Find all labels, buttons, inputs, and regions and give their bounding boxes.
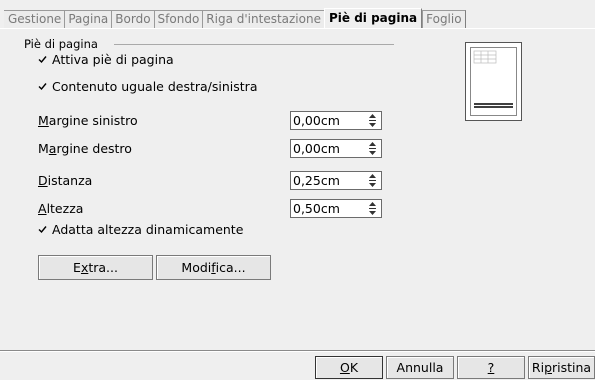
spin-arrows-icon[interactable] <box>368 141 377 156</box>
extra-button[interactable]: Ex tra... <box>38 255 153 280</box>
enable-footer-label: Attiva piè di pagina <box>52 52 174 67</box>
edit-button[interactable]: Modi f ica... <box>156 255 271 280</box>
spin-arrows-icon[interactable] <box>368 173 377 188</box>
autofit-height-checkbox[interactable]: Adatta altezza dinamicamente <box>38 222 243 237</box>
checkmark-icon <box>38 55 47 64</box>
page-preview-icon <box>465 42 522 121</box>
spacing-label: Distanza <box>38 173 93 188</box>
spin-arrows-icon[interactable] <box>368 201 377 216</box>
height-spinner[interactable] <box>290 199 382 218</box>
enable-footer-checkbox[interactable]: Attiva piè di pagina <box>38 52 174 67</box>
tab-foglio[interactable]: Foglio <box>422 10 466 28</box>
tab-gestione[interactable]: Gestione <box>4 10 65 28</box>
left-margin-label: Margine sinistro <box>38 113 138 128</box>
tab-panel-border <box>0 28 595 29</box>
bottom-separator-highlight <box>0 351 595 352</box>
left-margin-spinner[interactable] <box>290 111 382 130</box>
help-button[interactable]: ? <box>457 356 525 379</box>
spin-arrows-icon[interactable] <box>368 113 377 128</box>
group-title: Piè di pagina <box>24 37 98 51</box>
reset-button[interactable]: Ri p ristina <box>528 356 595 379</box>
autofit-height-label: Adatta altezza dinamicamente <box>52 222 244 237</box>
right-margin-spinner[interactable] <box>290 139 382 158</box>
group-divider <box>114 44 394 45</box>
tab-riga-intestazione[interactable]: Riga d'intestazione <box>202 10 324 28</box>
left-margin-input[interactable] <box>291 113 365 128</box>
checkmark-icon <box>38 82 47 91</box>
spacing-spinner[interactable] <box>290 171 382 190</box>
right-margin-label: Margine destro <box>38 141 132 156</box>
spacing-input[interactable] <box>291 173 365 188</box>
tab-sfondo[interactable]: Sfondo <box>153 10 203 28</box>
same-content-label: Contenuto uguale destra/sinistra <box>52 79 258 94</box>
ok-button[interactable]: OK <box>315 356 383 379</box>
tab-pie-di-pagina[interactable]: Piè di pagina <box>323 8 423 28</box>
tab-pagina[interactable]: Pagina <box>64 10 112 28</box>
preview-page <box>470 47 517 116</box>
tab-bar: Gestione Pagina Bordo Sfondo Riga d'inte… <box>4 8 466 28</box>
height-input[interactable] <box>291 201 365 216</box>
cancel-button[interactable]: Annulla <box>386 356 454 379</box>
right-margin-input[interactable] <box>291 141 365 156</box>
same-content-checkbox[interactable]: Contenuto uguale destra/sinistra <box>38 79 257 94</box>
tab-bordo[interactable]: Bordo <box>111 10 154 28</box>
height-label: Altezza <box>38 201 84 216</box>
preview-drawing <box>473 50 513 108</box>
checkmark-icon <box>38 225 47 234</box>
